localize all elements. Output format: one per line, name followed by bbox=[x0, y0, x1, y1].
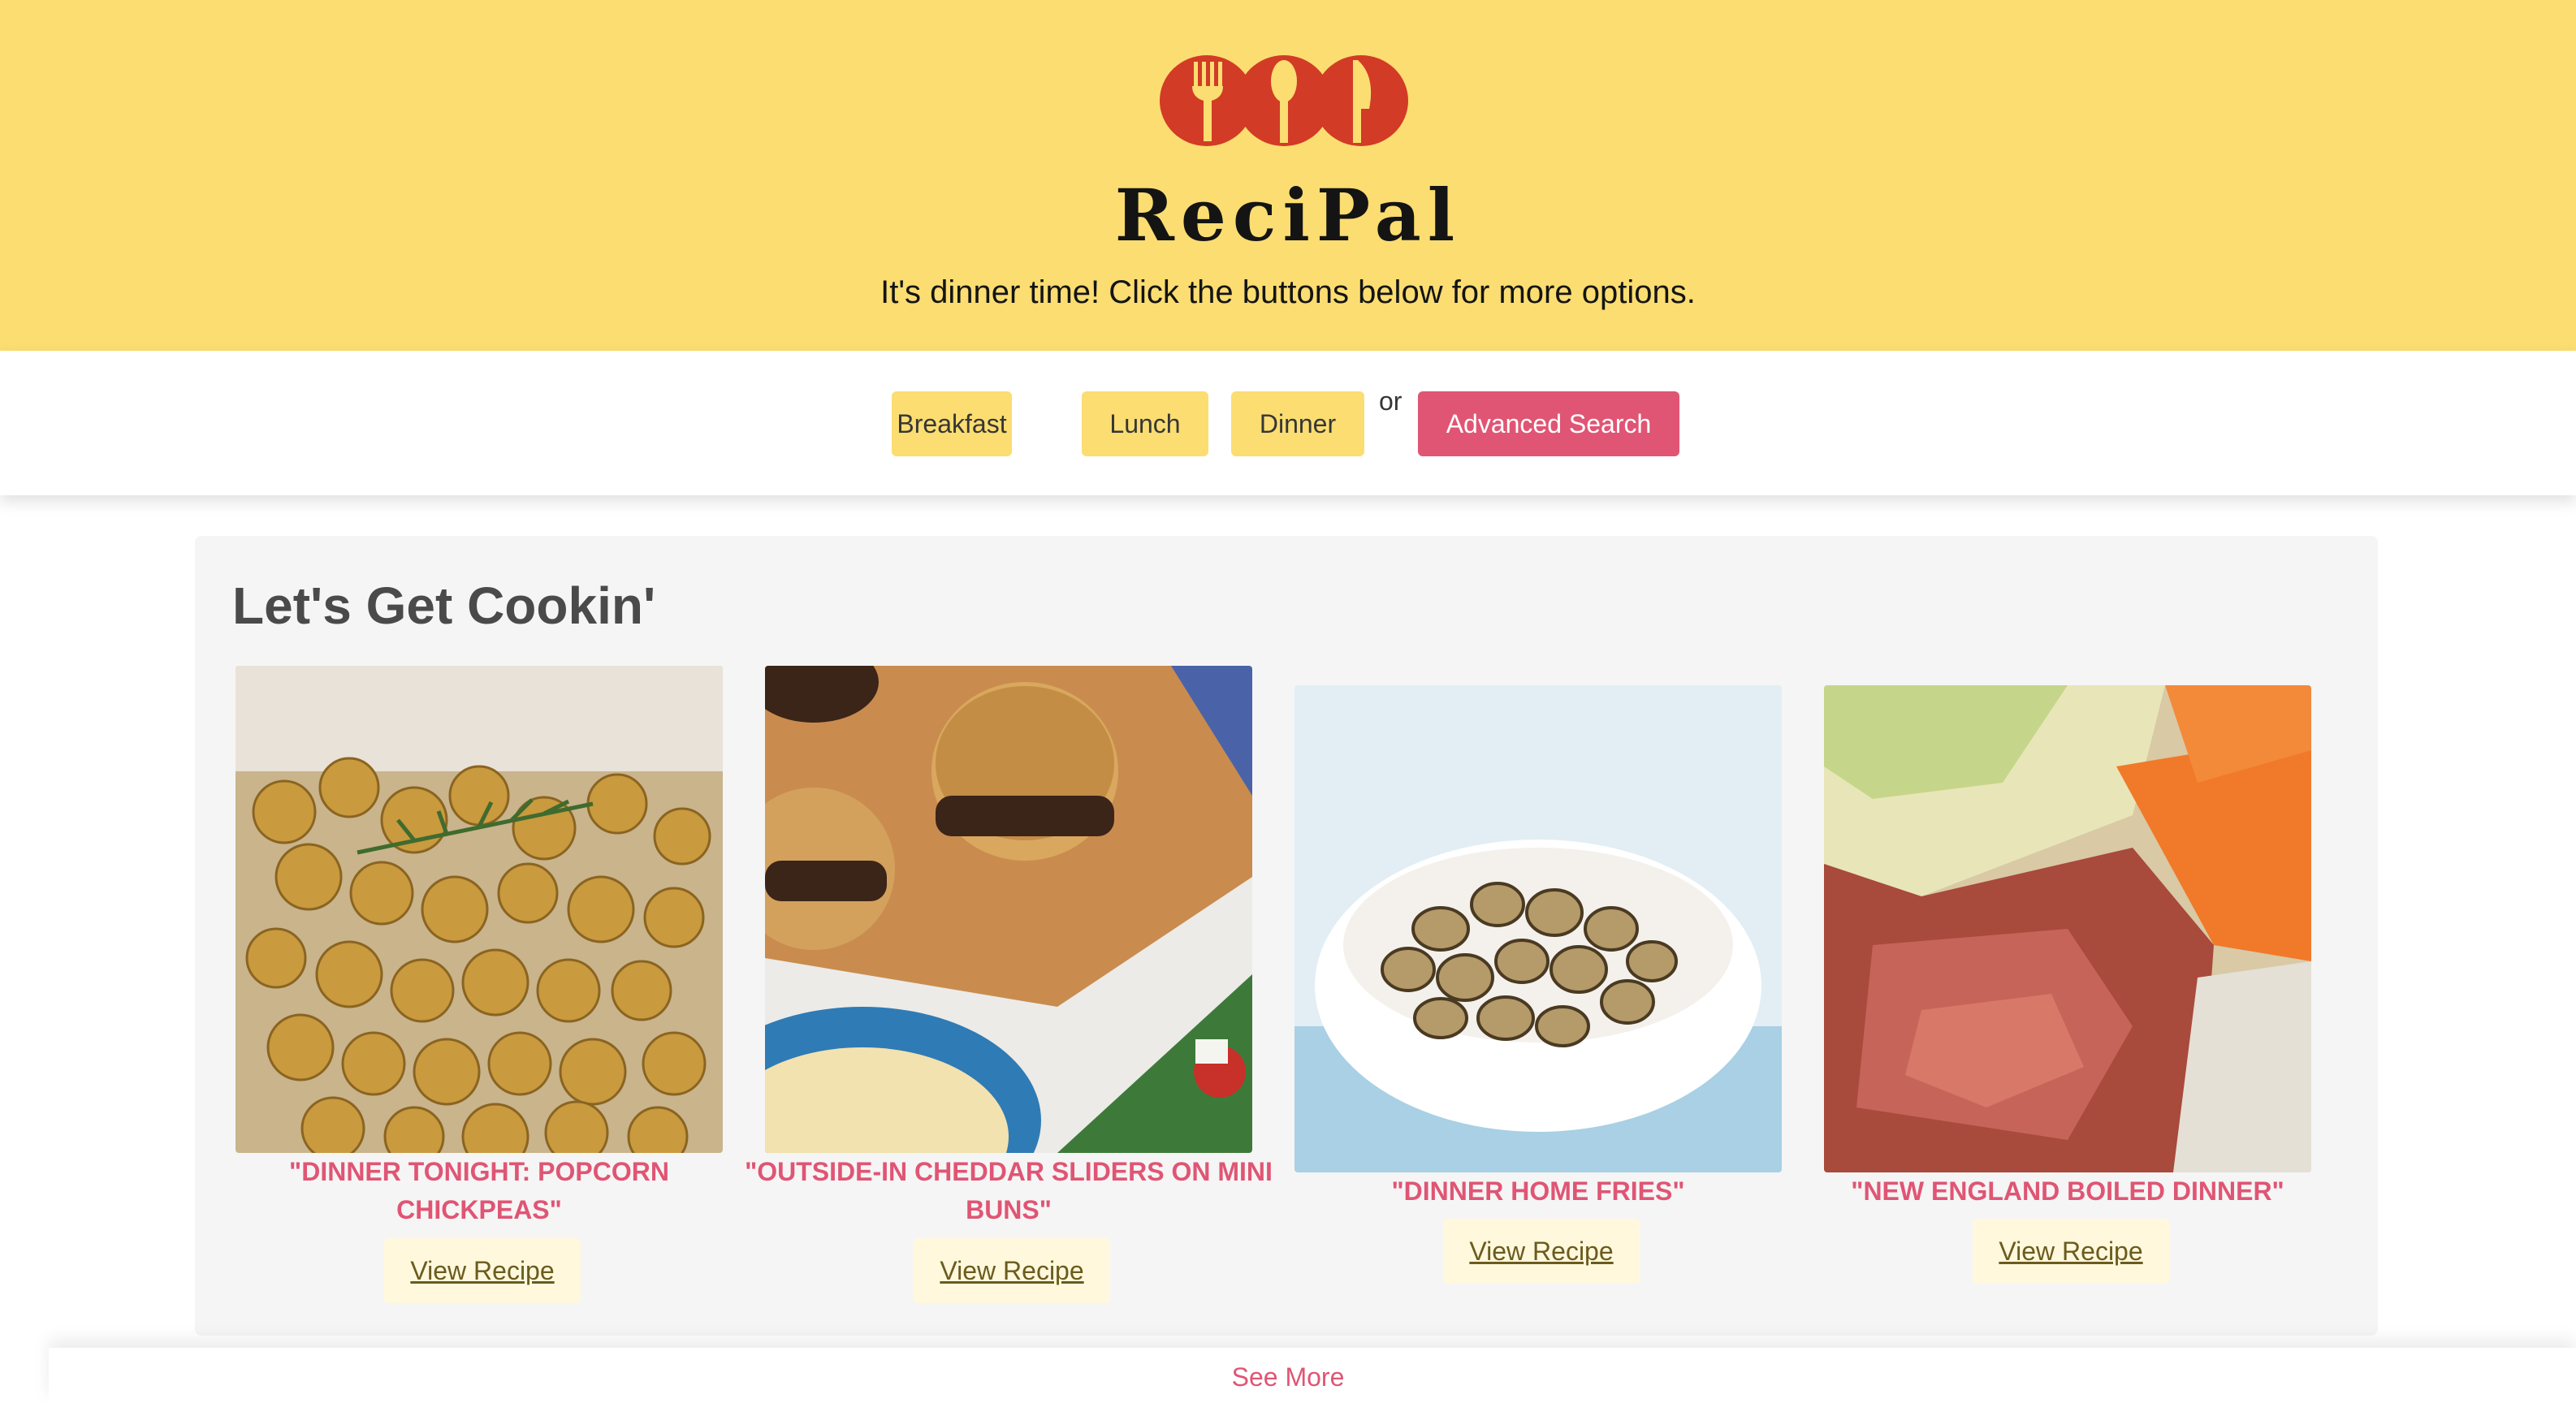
brand-title: ReciPal bbox=[1114, 173, 1462, 257]
dinner-button[interactable]: Dinner bbox=[1231, 391, 1364, 456]
home-fries-photo[interactable] bbox=[1294, 685, 1782, 1172]
view-recipe-button[interactable]: View Recipe bbox=[384, 1238, 581, 1303]
breakfast-button[interactable]: Breakfast bbox=[892, 391, 1012, 456]
see-more-link[interactable]: See More bbox=[0, 1356, 2576, 1398]
chickpeas-photo[interactable] bbox=[236, 666, 723, 1153]
or-separator: or bbox=[1379, 386, 1403, 416]
cutlery-logo-icon bbox=[1160, 55, 1408, 146]
recipe-title[interactable]: "NEW ENGLAND BOILED DINNER" bbox=[1800, 1172, 2336, 1211]
recipe-title[interactable]: "DINNER HOME FRIES" bbox=[1270, 1172, 1806, 1211]
sliders-photo[interactable] bbox=[765, 666, 1252, 1153]
recipe-title[interactable]: "DINNER TONIGHT: POPCORN CHICKPEAS" bbox=[211, 1153, 747, 1229]
recipe-title[interactable]: "OUTSIDE-IN CHEDDAR SLIDERS ON MINI BUNS… bbox=[741, 1153, 1277, 1229]
lunch-button[interactable]: Lunch bbox=[1082, 391, 1208, 456]
section-title: Let's Get Cookin' bbox=[232, 576, 656, 635]
view-recipe-button[interactable]: View Recipe bbox=[1973, 1219, 2169, 1284]
view-recipe-button[interactable]: View Recipe bbox=[914, 1238, 1110, 1303]
header-tagline: It's dinner time! Click the buttons belo… bbox=[880, 274, 1696, 310]
boiled-dinner-photo[interactable] bbox=[1824, 685, 2311, 1172]
advanced-search-button[interactable]: Advanced Search bbox=[1418, 391, 1679, 456]
recipes-box: Let's Get Cookin' "DINNER TONIGHT: POPCO… bbox=[195, 536, 2378, 1336]
meal-nav-bar: Breakfast Lunch Dinner or Advanced Searc… bbox=[0, 351, 2576, 495]
view-recipe-button[interactable]: View Recipe bbox=[1443, 1219, 1640, 1284]
header-hero: ReciPal It's dinner time! Click the butt… bbox=[0, 0, 2576, 351]
